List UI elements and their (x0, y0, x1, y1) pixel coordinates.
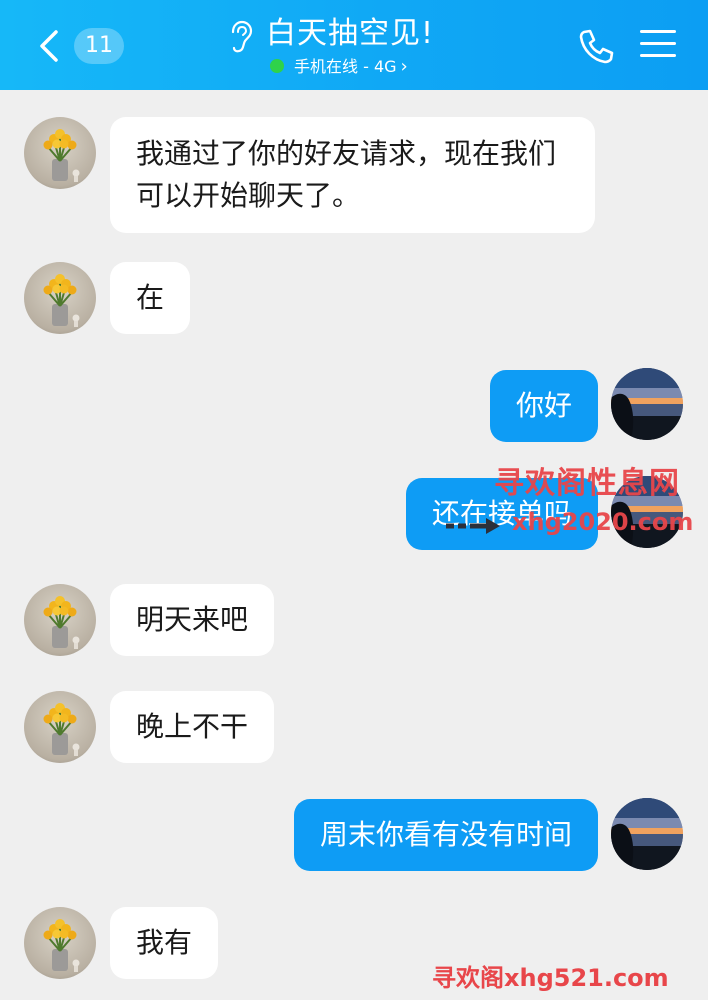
message-bubble-sent[interactable]: 你好 (489, 370, 598, 442)
message-bubble-received[interactable]: 我有 (110, 907, 219, 979)
online-dot-icon (270, 59, 284, 73)
sunset-silhouette-avatar-icon (611, 368, 683, 440)
status-text: 手机在线 - 4G (294, 57, 397, 76)
tulip-vase-avatar-icon (43, 919, 80, 972)
menu-line-icon (640, 30, 676, 33)
my-avatar[interactable] (611, 798, 683, 870)
contact-avatar[interactable] (24, 117, 96, 189)
watermark-url: xhg2020.com (512, 508, 694, 536)
chevron-left-icon (40, 30, 58, 62)
menu-line-icon (640, 42, 676, 45)
chat-title: 白天抽空见! (266, 16, 435, 51)
message-bubble-received[interactable]: 明天来吧 (110, 584, 275, 656)
tulip-vase-avatar-icon (43, 274, 80, 327)
tulip-vase-avatar-icon (43, 129, 80, 182)
phone-icon (579, 29, 614, 64)
watermark-footer: 寻欢阁xhg521.com (432, 964, 669, 992)
unread-count-badge[interactable]: 11 (74, 28, 124, 64)
message-bubble-sent[interactable]: 周末你看有没有时间 (293, 799, 598, 871)
message-bubble-received[interactable]: 在 (110, 262, 191, 334)
more-menu-button[interactable] (640, 30, 676, 62)
my-avatar[interactable] (611, 368, 683, 440)
online-status[interactable]: 手机在线 - 4G › (270, 56, 408, 78)
watermark-arrow-icon (446, 518, 500, 534)
menu-line-icon (640, 54, 676, 57)
message-bubble-received[interactable]: 晚上不干 (110, 691, 275, 763)
contact-avatar[interactable] (24, 691, 96, 763)
contact-avatar[interactable] (24, 907, 96, 979)
chevron-right-icon: › (400, 56, 408, 77)
chat-title-area[interactable]: 白天抽空见! (228, 14, 488, 54)
phone-call-button[interactable] (576, 26, 616, 66)
ear-icon (231, 20, 253, 53)
contact-avatar[interactable] (24, 262, 96, 334)
contact-avatar[interactable] (24, 584, 96, 656)
sunset-silhouette-avatar-icon (611, 798, 683, 870)
chat-header: 11 白天抽空见! 手机在线 - 4G › (0, 0, 708, 90)
back-button[interactable] (34, 26, 64, 66)
tulip-vase-avatar-icon (43, 596, 80, 649)
message-bubble-received[interactable]: 我通过了你的好友请求，现在我们可以开始聊天了。 (110, 117, 595, 233)
watermark-text: 寻欢阁性息网 (494, 466, 680, 501)
tulip-vase-avatar-icon (43, 703, 80, 756)
